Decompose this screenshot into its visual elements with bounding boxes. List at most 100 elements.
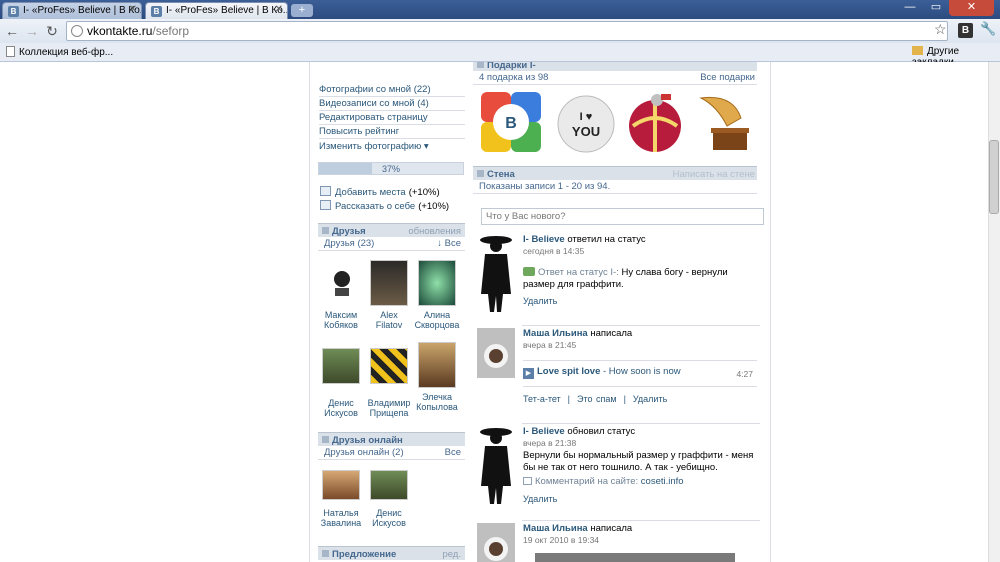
- friend-first-name[interactable]: Владимир: [363, 398, 415, 408]
- friends-updates-link[interactable]: обновления: [408, 226, 461, 237]
- friend-first-name[interactable]: Alex: [363, 310, 415, 320]
- friend-photo[interactable]: [418, 260, 456, 306]
- post-date[interactable]: вчера в 21:38: [523, 438, 576, 448]
- offer-edit-link[interactable]: ред.: [442, 549, 461, 560]
- friend-photo[interactable]: [370, 348, 408, 384]
- browser-tab-2[interactable]: B I- «ProFes» Believe | В Ко... ✕: [145, 2, 288, 19]
- friend-first-name[interactable]: Денис: [363, 508, 415, 518]
- post-actions[interactable]: Тет-а-тет | Это спам | Удалить: [523, 394, 667, 404]
- post-author[interactable]: Маша Ильина написала: [523, 523, 632, 534]
- friend-first-name[interactable]: Элечка: [411, 392, 463, 402]
- author-name[interactable]: I- Believe: [523, 426, 565, 437]
- friend-card[interactable]: Алина Скворцова: [411, 260, 463, 330]
- friend-last-name[interactable]: Filatov: [363, 320, 415, 330]
- post-date[interactable]: сегодня в 14:35: [523, 246, 584, 256]
- post-author[interactable]: Маша Ильина написала: [523, 328, 632, 339]
- ribbon-ball-gift[interactable]: [623, 90, 687, 154]
- friend-last-name[interactable]: Скворцова: [411, 320, 463, 330]
- new-tab-button[interactable]: +: [291, 4, 313, 17]
- wrench-icon[interactable]: 🔧: [980, 21, 996, 37]
- friend-card[interactable]: Элечка Копылова: [411, 342, 463, 412]
- friend-last-name[interactable]: Копылова: [411, 402, 463, 412]
- friends-count[interactable]: Друзья (23): [324, 238, 374, 249]
- friends-all-link[interactable]: ↓ Все: [437, 238, 461, 249]
- author-name[interactable]: Маша Ильина: [523, 328, 588, 339]
- close-window-button[interactable]: ✕: [949, 0, 994, 16]
- comment-site-link[interactable]: coseti.info: [641, 476, 684, 487]
- friend-card[interactable]: Владимир Прищепа: [363, 348, 415, 418]
- audio-artist[interactable]: Love spit love: [537, 366, 600, 377]
- delete-link[interactable]: Удалить: [523, 296, 557, 306]
- close-tab-icon[interactable]: ✕: [129, 4, 137, 15]
- wall-header[interactable]: Стена Написать на стене: [473, 166, 757, 180]
- friend-last-name[interactable]: Искусов: [363, 518, 415, 528]
- friend-last-name[interactable]: Искусов: [315, 408, 367, 418]
- back-arrow-icon[interactable]: ←: [3, 22, 21, 40]
- author-name[interactable]: I- Believe: [523, 234, 565, 245]
- gramophone-gift[interactable]: [693, 90, 757, 154]
- post-avatar[interactable]: [477, 234, 515, 317]
- edit-page-link[interactable]: Редактировать страницу: [319, 111, 465, 125]
- friend-photo[interactable]: [322, 348, 360, 384]
- address-bar[interactable]: vkontakte.ru/seforp: [66, 21, 948, 41]
- offer-header[interactable]: Предложение ред.: [318, 546, 465, 560]
- reload-icon[interactable]: ↻: [43, 22, 61, 40]
- online-friends-header[interactable]: Друзья онлайн: [318, 432, 465, 446]
- delete-link[interactable]: Удалить: [523, 494, 557, 504]
- write-on-wall-link[interactable]: Написать на стене: [673, 169, 755, 180]
- post-date[interactable]: 19 окт 2010 в 19:34: [523, 535, 599, 545]
- friend-photo[interactable]: [370, 470, 408, 500]
- videos-with-me-link[interactable]: Видеозаписи со мной (4): [319, 97, 465, 111]
- friend-card[interactable]: Alex Filatov: [363, 260, 415, 330]
- page-scrollbar[interactable]: [988, 62, 1000, 562]
- play-icon[interactable]: ▶: [523, 368, 534, 379]
- online-friend-card[interactable]: Наталья Завалина: [315, 470, 367, 528]
- action-label[interactable]: Добавить места: [335, 187, 406, 198]
- author-name[interactable]: Маша Ильина: [523, 523, 588, 534]
- friend-photo[interactable]: [370, 260, 408, 306]
- gifts-header[interactable]: Подарки I-: [473, 62, 757, 71]
- minimize-button[interactable]: —: [897, 0, 923, 16]
- bookmark-star-icon[interactable]: ☆: [934, 21, 947, 38]
- all-gifts-link[interactable]: Все подарки: [700, 72, 755, 83]
- online-friends-count[interactable]: Друзья онлайн (2): [324, 447, 404, 458]
- friend-first-name[interactable]: Алина: [411, 310, 463, 320]
- online-friends-all-link[interactable]: Все: [445, 447, 461, 458]
- photos-with-me-link[interactable]: Фотографии со мной (22): [319, 83, 465, 97]
- post-avatar[interactable]: [477, 426, 515, 509]
- post-author[interactable]: I- Believe ответил на статус: [523, 234, 646, 245]
- add-places-action[interactable]: Добавить места (+10%): [320, 186, 440, 198]
- bookmark-item[interactable]: Коллекция веб-фр...: [6, 46, 113, 58]
- vk-extension-icon[interactable]: B: [958, 23, 973, 38]
- friend-first-name[interactable]: Максим: [315, 310, 367, 320]
- post-avatar[interactable]: [477, 523, 515, 562]
- friend-photo[interactable]: [322, 260, 360, 306]
- i-love-you-gift[interactable]: I ♥ YOU: [554, 90, 618, 154]
- close-tab-icon[interactable]: ✕: [275, 4, 283, 15]
- friend-last-name[interactable]: Завалина: [315, 518, 367, 528]
- action-label[interactable]: Рассказать о себе: [335, 201, 415, 212]
- friend-photo[interactable]: [322, 470, 360, 500]
- maximize-button[interactable]: ▭: [923, 0, 949, 16]
- friend-photo[interactable]: [418, 342, 456, 388]
- post-avatar[interactable]: [477, 328, 515, 381]
- friends-header[interactable]: Друзья обновления: [318, 223, 465, 237]
- scrollbar-thumb[interactable]: [989, 140, 999, 214]
- friend-card[interactable]: Максим Кобяков: [315, 260, 367, 330]
- reply-prefix[interactable]: Ответ на статус I-:: [538, 267, 619, 278]
- post-image[interactable]: [535, 553, 735, 562]
- friend-first-name[interactable]: Денис: [315, 398, 367, 408]
- vk-logo-gift[interactable]: B: [479, 90, 543, 154]
- friend-last-name[interactable]: Прищепа: [363, 408, 415, 418]
- friend-first-name[interactable]: Наталья: [315, 508, 367, 518]
- online-friend-card[interactable]: Денис Искусов: [363, 470, 415, 528]
- change-photo-link[interactable]: Изменить фотографию ▾: [319, 140, 465, 154]
- raise-rating-link[interactable]: Повысить рейтинг: [319, 125, 465, 139]
- friend-card[interactable]: Денис Искусов: [315, 348, 367, 418]
- wall-post-input[interactable]: Что у Вас нового?: [481, 208, 764, 225]
- post-date[interactable]: вчера в 21:45: [523, 340, 576, 350]
- post-author[interactable]: I- Believe обновил статус: [523, 426, 635, 437]
- forward-arrow-icon[interactable]: →: [23, 22, 41, 40]
- browser-tab-1[interactable]: B I- «ProFes» Believe | В Ко... ✕: [2, 2, 142, 19]
- tell-about-action[interactable]: Рассказать о себе (+10%): [320, 200, 449, 212]
